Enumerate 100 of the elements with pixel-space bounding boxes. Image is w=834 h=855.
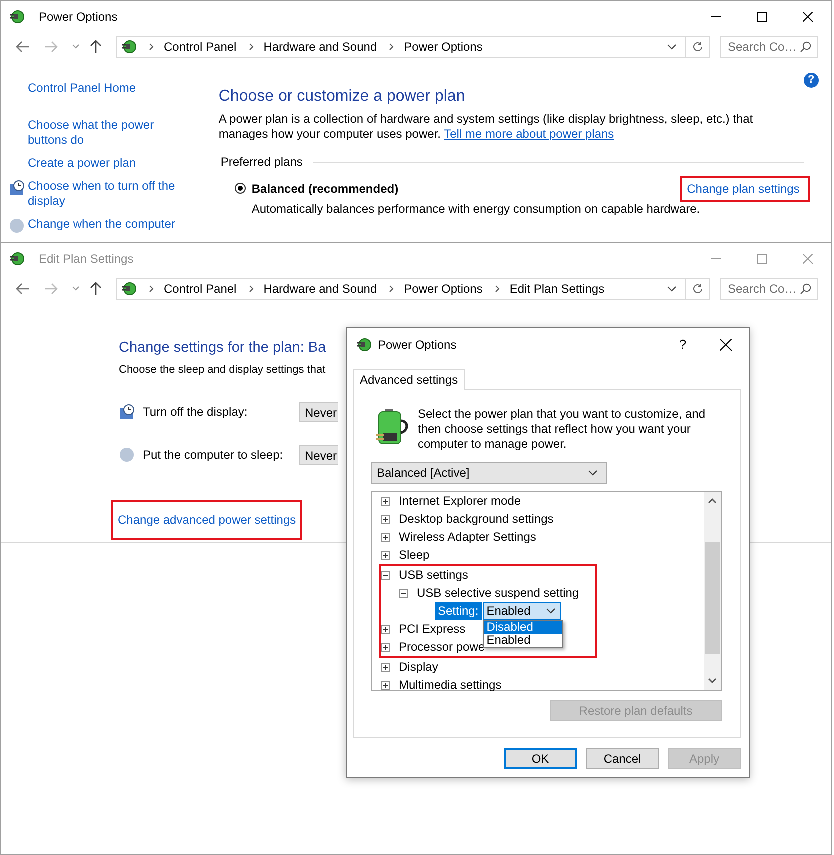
breadcrumb-item[interactable]: Control Panel	[164, 40, 237, 54]
back-arrow-icon[interactable]	[16, 41, 30, 53]
moon-icon	[8, 218, 24, 234]
plan-name: Balanced (recommended)	[252, 182, 399, 196]
plan-dropdown[interactable]: Balanced [Active]	[371, 462, 607, 484]
moon-icon	[119, 446, 135, 462]
dropdown-option[interactable]: Disabled	[484, 621, 562, 634]
breadcrumb-item[interactable]: Edit Plan Settings	[510, 282, 605, 296]
collapse-icon[interactable]	[381, 570, 390, 580]
up-arrow-icon[interactable]	[90, 282, 102, 296]
address-bar[interactable]: Control Panel Hardware and Sound Power Options	[116, 36, 686, 58]
radio-button[interactable]	[234, 183, 246, 194]
up-arrow-icon[interactable]	[90, 40, 102, 54]
chevron-down-icon	[588, 470, 598, 476]
window-title: Power Options	[39, 10, 118, 24]
tree-item[interactable]: PCI Express	[399, 622, 466, 636]
chevron-right-icon	[149, 43, 154, 51]
tab[interactable]: Advanced settings	[353, 369, 466, 390]
clock-icon	[8, 180, 24, 196]
dropdown-option[interactable]: Enabled	[484, 634, 562, 647]
timeout-dropdown[interactable]: Never	[299, 444, 338, 464]
intro-text: Select the power plan that you want to customize, and then choose settings that reflect how you want your computer to manage power.	[418, 407, 707, 452]
change-plan-link[interactable]: Change plan settings	[680, 176, 810, 202]
expand-icon[interactable]	[381, 514, 390, 524]
scroll-thumb[interactable]	[705, 542, 720, 654]
setting-label: Put the computer to sleep:	[143, 448, 284, 462]
section-title: Preferred plans	[220, 155, 303, 169]
tree-item[interactable]: Desktop background settings	[399, 512, 554, 526]
dialog-title: Power Options	[378, 338, 457, 352]
breadcrumb-item[interactable]: Hardware and Sound	[264, 40, 378, 54]
close-icon	[803, 12, 813, 22]
learn-more-link[interactable]: Tell me more about power plans	[444, 127, 614, 141]
description-text: A power plan is a collection of hardware and system settings (like display brightness, sleep, etc.) that manages how your computer uses power. Tell me more about power plans	[218, 112, 754, 142]
timeout-dropdown[interactable]: Never	[299, 402, 338, 422]
dialog-button[interactable]: Cancel	[586, 748, 659, 769]
power-plug-icon	[9, 8, 25, 24]
tree-item[interactable]: Wireless Adapter Settings	[399, 530, 536, 544]
dialog-button[interactable]: OK	[504, 748, 577, 769]
tree-item[interactable]: Sleep	[399, 548, 430, 562]
scroll-down-icon[interactable]	[708, 678, 717, 684]
tree-item[interactable]: USB selective suspend setting	[417, 586, 580, 600]
chevron-right-icon	[248, 43, 254, 51]
expand-icon[interactable]	[381, 624, 390, 634]
chevron-right-icon	[248, 285, 254, 293]
expand-icon[interactable]	[381, 680, 390, 690]
breadcrumb-item[interactable]: Control Panel	[164, 282, 237, 296]
collapse-icon[interactable]	[399, 588, 408, 598]
expand-icon[interactable]	[381, 642, 390, 652]
setting-label: Turn off the display:	[143, 404, 249, 418]
window-title: Edit Plan Settings	[39, 252, 134, 266]
sidebar-link[interactable]: Choose when to turn off the display	[28, 179, 180, 209]
tree-item[interactable]: Multimedia settings	[399, 678, 502, 692]
back-arrow-icon[interactable]	[16, 283, 30, 295]
setting-label: Setting:	[435, 602, 482, 620]
chevron-right-icon	[494, 285, 500, 293]
chevron-down-icon[interactable]	[667, 44, 677, 50]
address-bar[interactable]: Control Panel Hardware and Sound Power Options Edit Plan Settings	[116, 278, 686, 300]
help-button[interactable]: ?	[663, 330, 703, 360]
expand-icon[interactable]	[381, 550, 390, 560]
chevron-right-icon	[389, 285, 394, 293]
maximize-icon	[757, 12, 767, 22]
expand-icon[interactable]	[381, 532, 390, 542]
refresh-icon	[692, 41, 704, 53]
search-field[interactable]: Search Co…	[720, 36, 818, 58]
tree-item[interactable]: Processor powe	[399, 640, 486, 654]
page-heading: Choose or customize a power plan	[218, 88, 466, 106]
expand-icon[interactable]	[381, 662, 390, 672]
search-icon	[800, 283, 812, 295]
tree-item[interactable]: Display	[399, 660, 438, 674]
breadcrumb-item[interactable]: Power Options	[404, 40, 483, 54]
search-icon	[800, 41, 812, 53]
refresh-button[interactable]	[686, 36, 710, 58]
chevron-down-icon	[546, 608, 556, 614]
clock-icon	[119, 404, 135, 420]
power-plug-icon	[356, 336, 372, 352]
sidebar-link[interactable]: Choose what the power buttons do	[28, 118, 180, 148]
help-button[interactable]: ?	[804, 73, 819, 88]
refresh-button[interactable]	[686, 278, 710, 300]
sidebar-link[interactable]: Create a power plan	[28, 156, 180, 171]
tree-item[interactable]: Internet Explorer mode	[399, 494, 522, 508]
chevron-down-icon[interactable]	[667, 286, 677, 292]
tree-item[interactable]: USB settings	[399, 568, 468, 582]
advanced-settings-link[interactable]: Change advanced power settings	[111, 500, 302, 540]
sidebar-link[interactable]: Control Panel Home	[28, 81, 180, 96]
power-plug-icon	[9, 250, 25, 266]
refresh-icon	[692, 283, 704, 295]
scrollbar[interactable]	[704, 492, 721, 690]
expand-icon[interactable]	[381, 496, 390, 506]
sidebar-link[interactable]: Change when the computer	[28, 217, 180, 232]
breadcrumb-item[interactable]: Power Options	[404, 282, 483, 296]
scroll-up-icon[interactable]	[708, 498, 717, 504]
close-icon	[720, 338, 732, 350]
power-plug-icon	[121, 281, 137, 297]
search-field[interactable]: Search Co…	[720, 278, 818, 300]
maximize-icon	[757, 254, 767, 264]
page-heading: Change settings for the plan: Ba	[119, 340, 326, 356]
breadcrumb-item[interactable]: Hardware and Sound	[264, 282, 378, 296]
chevron-right-icon	[149, 285, 154, 293]
plan-description: Automatically balances performance with energy consumption on capable hardware.	[250, 202, 702, 216]
close-icon	[803, 254, 813, 264]
